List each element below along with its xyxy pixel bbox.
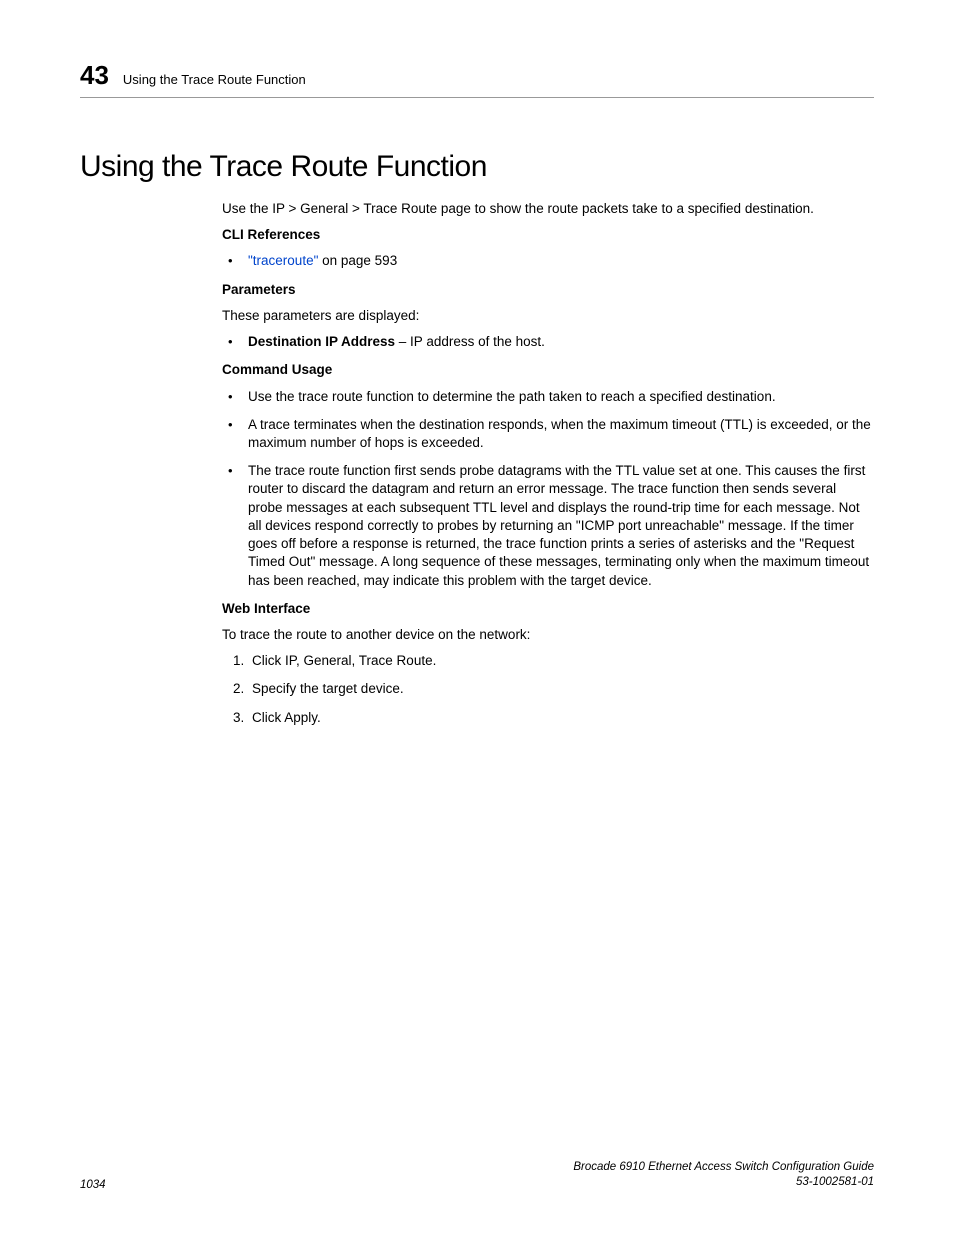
chapter-header-title: Using the Trace Route Function	[123, 72, 306, 87]
param-name: Destination IP Address	[248, 334, 395, 349]
command-usage-list: Use the trace route function to determin…	[222, 388, 874, 590]
list-item: "traceroute" on page 593	[222, 252, 874, 270]
traceroute-link[interactable]: "traceroute"	[248, 253, 318, 268]
cli-references-heading: CLI References	[222, 226, 874, 244]
command-usage-heading: Command Usage	[222, 361, 874, 379]
document-page: 43 Using the Trace Route Function Using …	[0, 0, 954, 1235]
page-footer: 1034 Brocade 6910 Ethernet Access Switch…	[80, 1160, 874, 1191]
parameters-lead: These parameters are displayed:	[222, 307, 874, 325]
list-item: Click IP, General, Trace Route.	[248, 652, 874, 670]
param-desc: – IP address of the host.	[395, 334, 545, 349]
chapter-number: 43	[80, 60, 109, 91]
list-item: Use the trace route function to determin…	[222, 388, 874, 406]
parameters-heading: Parameters	[222, 281, 874, 299]
list-item: Destination IP Address – IP address of t…	[222, 333, 874, 351]
web-interface-steps: Click IP, General, Trace Route. Specify …	[222, 652, 874, 727]
list-item: A trace terminates when the destination …	[222, 416, 874, 452]
cli-references-list: "traceroute" on page 593	[222, 252, 874, 270]
parameters-list: Destination IP Address – IP address of t…	[222, 333, 874, 351]
footer-doc-number: 53-1002581-01	[573, 1175, 874, 1191]
page-header: 43 Using the Trace Route Function	[80, 60, 874, 98]
web-interface-heading: Web Interface	[222, 600, 874, 618]
link-suffix: on page 593	[318, 253, 397, 268]
list-item: Specify the target device.	[248, 680, 874, 698]
page-title: Using the Trace Route Function	[80, 150, 874, 184]
intro-paragraph: Use the IP > General > Trace Route page …	[222, 200, 874, 218]
web-interface-lead: To trace the route to another device on …	[222, 626, 874, 644]
content-body: Use the IP > General > Trace Route page …	[222, 200, 874, 727]
list-item: Click Apply.	[248, 709, 874, 727]
footer-doc-info: Brocade 6910 Ethernet Access Switch Conf…	[573, 1160, 874, 1191]
page-number: 1034	[80, 1179, 106, 1191]
footer-doc-title: Brocade 6910 Ethernet Access Switch Conf…	[573, 1160, 874, 1176]
list-item: The trace route function first sends pro…	[222, 462, 874, 590]
